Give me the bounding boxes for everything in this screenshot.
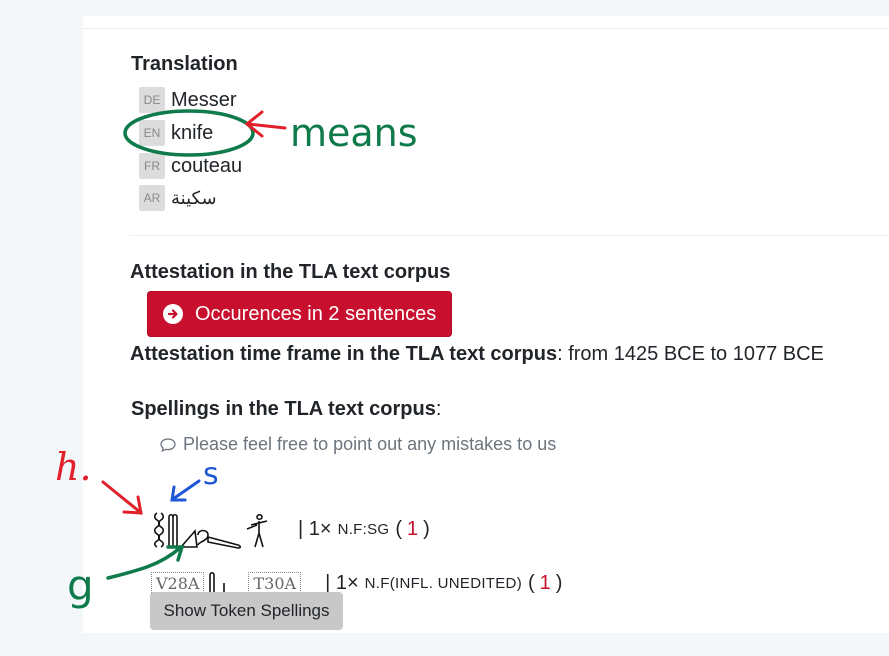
top-divider	[83, 28, 889, 29]
translation-de: DE Messer	[139, 85, 237, 115]
spelling-gram: N.F:SG	[337, 520, 390, 538]
paren-open: (	[395, 517, 403, 540]
attestation-heading: Attestation in the TLA text corpus	[130, 261, 451, 283]
spelling-count-prefix: | 1×	[298, 517, 332, 540]
translation-heading: Translation	[131, 53, 238, 75]
spelling-count-link[interactable]: 1	[407, 518, 418, 541]
spellings-heading: Spellings in the TLA text corpus:	[131, 398, 441, 421]
paren-close: )	[555, 571, 563, 594]
occurrences-button[interactable]: Occurences in 2 sentences	[147, 291, 452, 337]
translation-word-fr: couteau	[171, 154, 243, 177]
translation-word-ar: سكينة	[171, 187, 217, 208]
spellings-heading-text: Spellings in the TLA text corpus	[131, 398, 436, 420]
lang-badge-en: EN	[139, 120, 165, 146]
spellings-heading-colon: :	[435, 398, 442, 420]
translation-ar: AR سكينة	[139, 183, 217, 213]
timeframe-label: Attestation time frame in the TLA text c…	[130, 343, 558, 365]
occurrences-button-label: Occurences in 2 sentences	[195, 302, 437, 325]
speech-bubble-icon	[160, 437, 176, 452]
mistakes-hint: Please feel free to point out any mistak…	[159, 434, 556, 455]
timeframe-value: : from 1425 BCE to 1077 BCE	[557, 343, 824, 365]
translation-word-de: Messer	[171, 88, 237, 111]
lang-badge-fr: FR	[139, 153, 165, 179]
arrow-right-circle-icon	[163, 304, 183, 324]
lang-badge-ar: AR	[139, 185, 165, 211]
translation-en: EN knife	[139, 118, 213, 148]
spelling-gram: N.F(INFL. UNEDITED)	[364, 574, 522, 592]
entry-card: Translation DE Messer EN knife FR coutea…	[83, 16, 889, 633]
spelling-count-link[interactable]: 1	[540, 572, 551, 595]
attestation-timeframe: Attestation time frame in the TLA text c…	[130, 343, 824, 366]
section-divider	[129, 235, 889, 236]
paren-close: )	[423, 517, 430, 540]
translation-fr: FR couteau	[139, 151, 242, 181]
hint-text: Please feel free to point out any mistak…	[183, 434, 557, 454]
paren-open: (	[528, 571, 535, 594]
hieroglyph-spelling-icon	[153, 512, 268, 549]
show-token-spellings-button[interactable]: Show Token Spellings	[150, 592, 343, 630]
lang-badge-de: DE	[139, 87, 165, 113]
translation-word-en: knife	[171, 121, 214, 144]
spelling-row: | 1× N.F:SG ( 1 )	[151, 509, 430, 549]
